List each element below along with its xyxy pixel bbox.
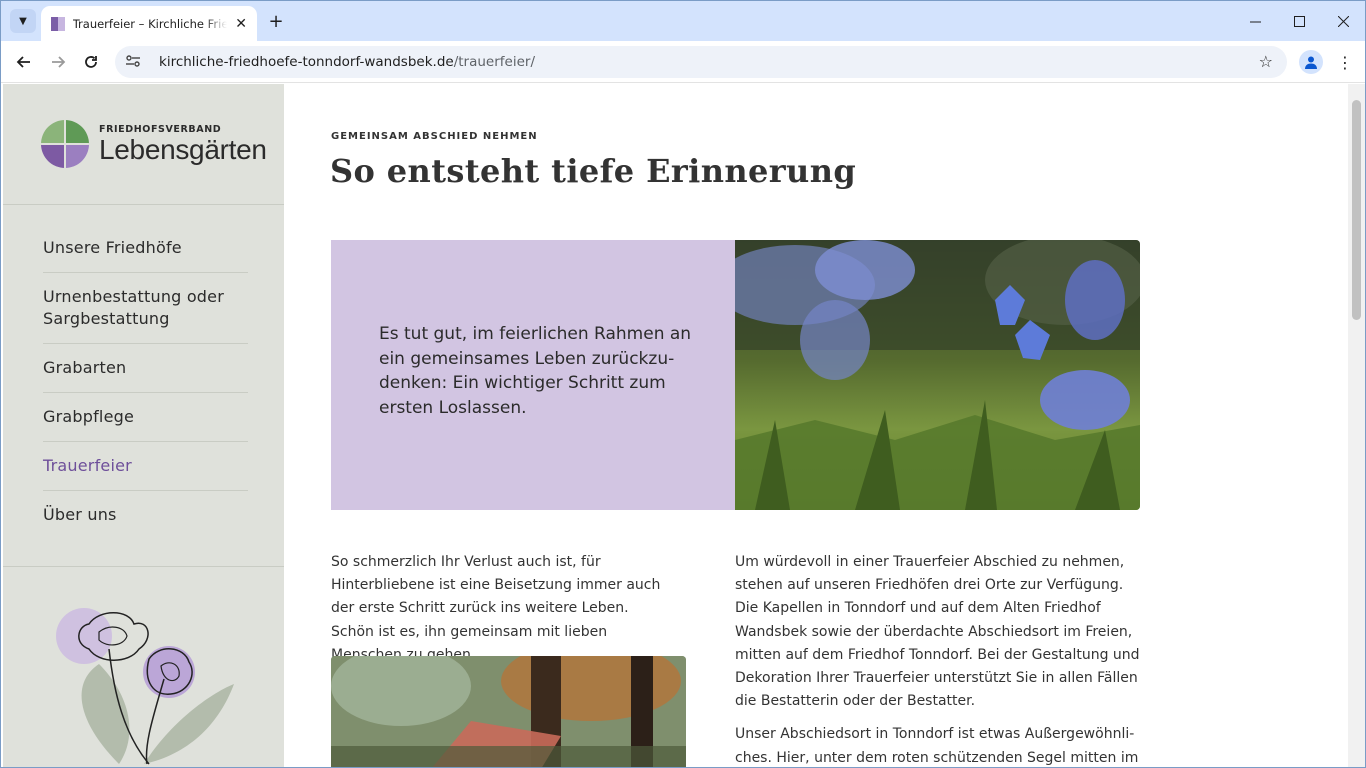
close-tab-icon[interactable]: ✕ (235, 16, 247, 32)
site-logo[interactable]: FRIEDHOFSVERBAND Lebensgärten (41, 120, 267, 168)
main-nav: Unsere Friedhöfe Urnenbestattung oder Sa… (43, 224, 248, 539)
star-icon[interactable]: ☆ (1259, 52, 1273, 71)
page-kicker: GEMEINSAM ABSCHIED NEHMEN (331, 131, 538, 142)
arrow-right-icon (52, 56, 66, 68)
scrollbar-thumb[interactable] (1352, 100, 1361, 320)
address-bar[interactable]: kirchliche-friedhoefe-tonndorf-wandsbek.… (115, 46, 1287, 78)
kebab-icon[interactable]: ⋮ (1335, 50, 1355, 74)
hero-image (735, 240, 1140, 510)
nav-item-ueber-uns[interactable]: Über uns (43, 491, 248, 539)
arrow-left-icon (16, 56, 30, 68)
maximize-button[interactable] (1277, 1, 1321, 41)
browser-window: ▼ Trauerfeier – Kirchliche Friedhöfe ✕ + (0, 0, 1366, 768)
url-path: /trauerfeier/ (453, 54, 535, 70)
page-title: So entsteht tiefe Erinnerung (330, 152, 857, 190)
nav-item-grabpflege[interactable]: Grabpflege (43, 393, 248, 442)
logo-title: Lebensgärten (99, 134, 267, 165)
url-text: kirchliche-friedhoefe-tonndorf-wandsbek.… (159, 54, 535, 70)
tune-icon[interactable] (125, 54, 149, 71)
hero-quote-box: Es tut gut, im feierlichen Rahmen an ein… (331, 240, 736, 510)
tab-search-button[interactable]: ▼ (10, 9, 36, 33)
tab-active[interactable]: Trauerfeier – Kirchliche Friedhöfe ✕ (41, 6, 257, 41)
minimize-button[interactable] (1233, 1, 1277, 41)
person-icon[interactable] (1299, 50, 1323, 74)
right-column: Um würdevoll in einer Trauerfeier Abschi… (735, 551, 1143, 767)
minimize-icon (1249, 21, 1261, 22)
new-tab-button[interactable]: + (265, 10, 287, 32)
close-icon (1337, 15, 1349, 27)
nav-item-grabarten[interactable]: Grabarten (43, 344, 248, 393)
reload-icon (85, 56, 97, 68)
window-controls (1233, 1, 1365, 41)
web-page: FRIEDHOFSVERBAND Lebensgärten Unsere Fri… (1, 84, 1365, 767)
left-column: So schmerzlich Ihr Verlust auch ist, für… (331, 551, 671, 667)
maximize-icon (1293, 15, 1305, 27)
sidebar-divider (3, 566, 284, 567)
close-window-button[interactable] (1321, 1, 1365, 41)
flower-illustration (56, 608, 234, 765)
site-favicon (51, 16, 65, 31)
logo-text: FRIEDHOFSVERBAND Lebensgärten (99, 124, 267, 164)
sidebar-divider (3, 204, 284, 205)
tab-title: Trauerfeier – Kirchliche Friedhöfe (72, 16, 228, 31)
browser-toolbar: kirchliche-friedhoefe-tonndorf-wandsbek.… (1, 41, 1365, 83)
reload-button[interactable] (78, 49, 104, 75)
outdoor-paragraph: Unser Abschiedsort in Tonndorf ist etwas… (735, 726, 1139, 766)
main-content: GEMEINSAM ABSCHIED NEHMEN So entsteht ti… (284, 84, 1348, 767)
intro-paragraph: So schmerzlich Ihr Verlust auch ist, für… (331, 554, 661, 663)
chevron-down-icon: ▼ (19, 15, 27, 27)
tab-bar: ▼ Trauerfeier – Kirchliche Friedhöfe ✕ + (1, 1, 1365, 41)
back-button[interactable] (11, 49, 37, 75)
hero-section: Es tut gut, im feierlichen Rahmen an ein… (331, 240, 1140, 510)
nav-item-trauerfeier[interactable]: Trauerfeier (43, 442, 248, 491)
nav-item-friedhoefe[interactable]: Unsere Friedhöfe (43, 224, 248, 273)
logo-mark (41, 120, 89, 168)
hero-quote: Es tut gut, im feierlichen Rahmen an ein… (379, 324, 692, 418)
url-domain: kirchliche-friedhoefe-tonndorf-wandsbek.… (159, 54, 454, 70)
nav-item-bestattung[interactable]: Urnenbestattung oder Sargbestattung (43, 273, 248, 344)
sidebar: FRIEDHOFSVERBAND Lebensgärten Unsere Fri… (3, 84, 284, 767)
venues-paragraph: Um würdevoll in einer Trauerfeier Abschi… (735, 554, 1140, 710)
chapel-photo (331, 656, 686, 767)
forward-button[interactable] (45, 49, 71, 75)
page-scrollbar[interactable] (1348, 84, 1365, 767)
